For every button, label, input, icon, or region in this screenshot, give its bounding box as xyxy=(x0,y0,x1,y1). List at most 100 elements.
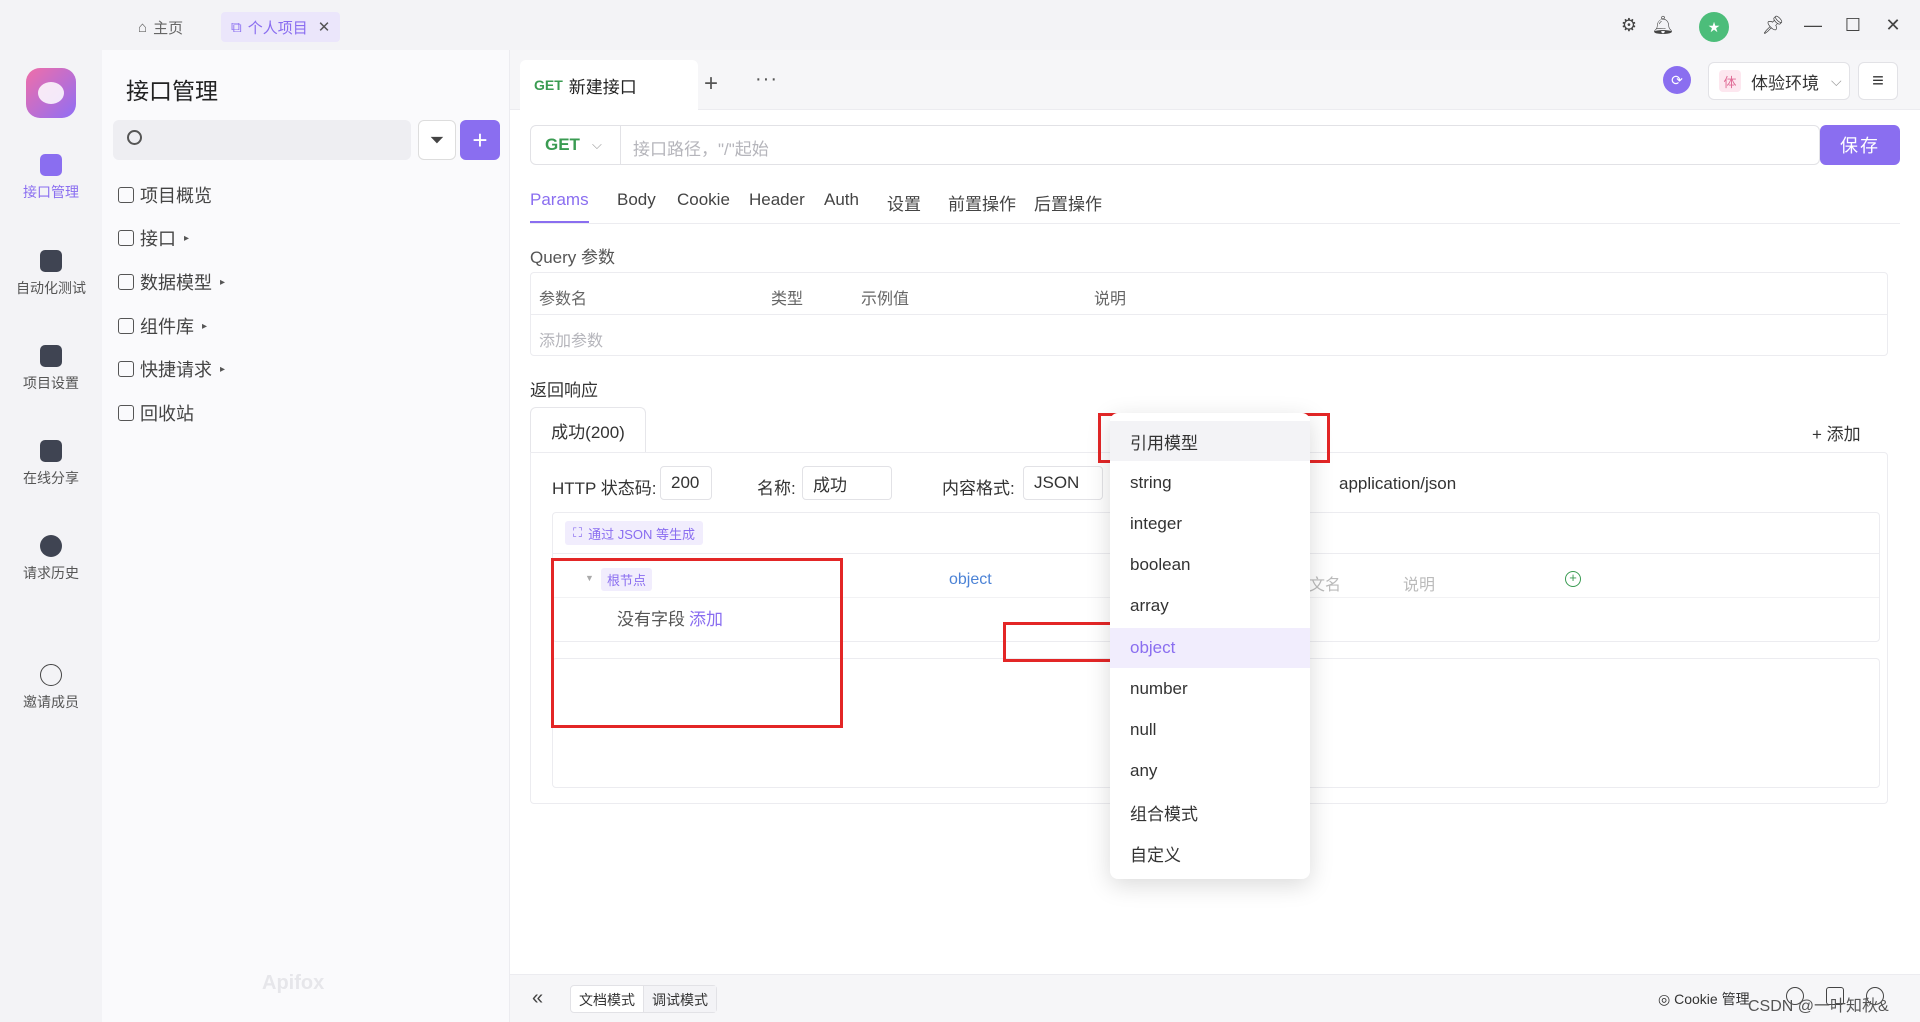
caret-right-icon: ▸ xyxy=(202,320,208,332)
filter-icon: ⏷ xyxy=(429,129,445,150)
type-dropdown: 引用模型 string integer boolean array object… xyxy=(1110,413,1310,879)
env-badge: 体 xyxy=(1719,70,1741,92)
dropdown-item-number[interactable]: number xyxy=(1110,669,1310,709)
add-button[interactable]: + xyxy=(460,120,500,160)
server-icon xyxy=(40,250,62,272)
tab-params[interactable]: Params xyxy=(530,190,589,223)
request-tabs: Params Body Cookie Header Auth 设置 前置操作 后… xyxy=(530,190,1900,224)
new-tab-icon[interactable]: + xyxy=(704,70,718,98)
cookie-manager-button[interactable]: ◎ Cookie 管理 xyxy=(1658,989,1750,1009)
content-format-select[interactable]: JSON xyxy=(1023,466,1103,500)
query-params-label: Query 参数 xyxy=(530,248,616,267)
dropdown-item-string[interactable]: string xyxy=(1110,463,1310,503)
layers-icon xyxy=(118,318,134,334)
sidebar-item-quick-request[interactable]: 快捷请求 ▸ xyxy=(118,356,225,382)
root-type-select[interactable]: object xyxy=(949,571,992,589)
sidebar-item-api[interactable]: 接口 ▸ xyxy=(118,225,189,251)
rail-automation-test[interactable]: 自动化测试 xyxy=(0,250,102,298)
sync-icon[interactable]: ⟳ xyxy=(1663,66,1691,94)
response-label: 返回响应 xyxy=(530,381,598,400)
sidebar: 接口管理 ⏷ + 项目概览 接口 ▸ 数据模型 ▸ 组件库 ▸ 快捷请求 ▸ 回… xyxy=(102,50,510,1022)
project-tab[interactable]: ⧉ 个人项目 ✕ xyxy=(221,12,341,42)
search-input[interactable] xyxy=(113,120,411,160)
mode-switch: 文档模式 调试模式 xyxy=(570,985,717,1013)
bottom-bar: « 文档模式 调试模式 ◎ Cookie 管理 xyxy=(510,974,1920,1022)
left-rail: 接口管理 自动化测试 项目设置 在线分享 请求历史 邀请成员 xyxy=(0,50,102,1022)
dropdown-item-array[interactable]: array xyxy=(1110,586,1310,626)
tab-body[interactable]: Body xyxy=(617,190,656,210)
api-icon xyxy=(118,230,134,246)
dropdown-item-null[interactable]: null xyxy=(1110,710,1310,750)
save-button[interactable]: 保存 xyxy=(1820,125,1900,165)
app-logo xyxy=(26,68,76,118)
sidebar-item-trash[interactable]: 回收站 xyxy=(118,400,194,426)
dropdown-item-custom[interactable]: 自定义 xyxy=(1110,833,1310,873)
environment-select[interactable]: 体 体验环境 ⌵ xyxy=(1708,62,1850,100)
status-code-input[interactable]: 200 xyxy=(660,466,712,500)
dropdown-item-integer[interactable]: integer xyxy=(1110,504,1310,544)
doc-tab-new-api[interactable]: GET 新建接口 xyxy=(520,60,698,110)
collapse-sidebar-icon[interactable]: « xyxy=(532,987,543,1010)
method-select[interactable]: GET ⌵ xyxy=(531,126,621,164)
highlight-box-schema xyxy=(551,558,843,728)
dropdown-item-boolean[interactable]: boolean xyxy=(1110,545,1310,585)
dropdown-item-ref-model[interactable]: 引用模型 xyxy=(1110,421,1310,461)
search-icon xyxy=(127,130,142,145)
add-user-icon xyxy=(40,664,62,686)
home-tab[interactable]: ⌂ 主页 xyxy=(128,12,193,42)
tab-auth[interactable]: Auth xyxy=(824,190,859,210)
tab-cookie[interactable]: Cookie xyxy=(677,190,730,210)
caret-right-icon: ▸ xyxy=(184,232,190,244)
settings-gear-icon[interactable]: ⚙ xyxy=(1616,12,1642,38)
brand-watermark: Apifox xyxy=(262,972,325,994)
close-window-icon[interactable]: ✕ xyxy=(1880,12,1906,38)
response-tab-success[interactable]: 成功(200) xyxy=(530,407,646,453)
description-input[interactable]: 说明 xyxy=(1403,571,1435,595)
add-response-button[interactable]: + 添加 xyxy=(1812,420,1861,445)
menu-icon[interactable]: ≡ xyxy=(1858,62,1898,100)
generate-from-json-button[interactable]: ⛶ 通过 JSON 等生成 xyxy=(565,521,704,545)
content-type-value: application/json xyxy=(1339,474,1457,493)
api-icon xyxy=(40,154,62,176)
tab-settings[interactable]: 设置 xyxy=(887,190,921,215)
tab-pre-processors[interactable]: 前置操作 xyxy=(948,190,1016,215)
cookie-icon: ◎ xyxy=(1658,991,1675,1007)
doc-mode-button[interactable]: 文档模式 xyxy=(571,986,643,1012)
sidebar-item-components[interactable]: 组件库 ▸ xyxy=(118,313,207,339)
dropdown-item-object[interactable]: object xyxy=(1110,628,1310,668)
user-avatar[interactable]: ★ xyxy=(1699,12,1729,42)
rail-project-settings[interactable]: 项目设置 xyxy=(0,345,102,393)
doc-tab-bar: GET 新建接口 + ··· ⟳ 体 体验环境 ⌵ ≡ xyxy=(510,50,1920,110)
layout-icon xyxy=(118,187,134,203)
rail-online-share[interactable]: 在线分享 xyxy=(0,440,102,488)
rail-request-history[interactable]: 请求历史 xyxy=(0,535,102,583)
pin-icon[interactable]: 📌︎ xyxy=(1760,12,1786,38)
add-field-icon[interactable]: + xyxy=(1565,571,1581,587)
minimize-icon[interactable]: — xyxy=(1800,12,1826,38)
dropdown-item-any[interactable]: any xyxy=(1110,751,1310,791)
bell-icon[interactable]: 🔔︎ xyxy=(1650,12,1676,38)
rail-invite-members[interactable]: 邀请成员 xyxy=(0,664,102,712)
share-icon xyxy=(40,440,62,462)
sidebar-item-data-model[interactable]: 数据模型 ▸ xyxy=(118,269,225,295)
tab-post-processors[interactable]: 后置操作 xyxy=(1034,190,1102,215)
debug-mode-button[interactable]: 调试模式 xyxy=(643,986,716,1012)
link-icon: ⧉ xyxy=(231,18,242,36)
url-input[interactable]: 接口路径，"/"起始 xyxy=(633,135,769,160)
response-name-input[interactable]: 成功 xyxy=(802,466,892,500)
filter-button[interactable]: ⏷ xyxy=(418,120,456,160)
dropdown-item-combine[interactable]: 组合模式 xyxy=(1110,792,1310,832)
more-icon[interactable]: ··· xyxy=(755,68,778,91)
tab-header[interactable]: Header xyxy=(749,190,805,210)
query-params-table: 参数名 类型 示例值 说明 添加参数 xyxy=(530,272,1888,356)
maximize-icon[interactable]: ☐ xyxy=(1840,12,1866,38)
sidebar-item-overview[interactable]: 项目概览 xyxy=(118,182,212,208)
lightning-icon xyxy=(118,361,134,377)
rail-api-management[interactable]: 接口管理 xyxy=(0,154,102,202)
sidebar-title: 接口管理 xyxy=(126,78,218,104)
add-param-input[interactable]: 添加参数 xyxy=(539,327,603,351)
history-icon xyxy=(40,535,62,557)
cube-icon xyxy=(118,274,134,290)
close-tab-icon[interactable]: ✕ xyxy=(318,18,331,36)
app-window: ⌂ 主页 ⧉ 个人项目 ✕ ⚙ 🔔︎ ★ 📌︎ — ☐ ✕ 接口管理 自动化测试… xyxy=(0,0,1920,1022)
